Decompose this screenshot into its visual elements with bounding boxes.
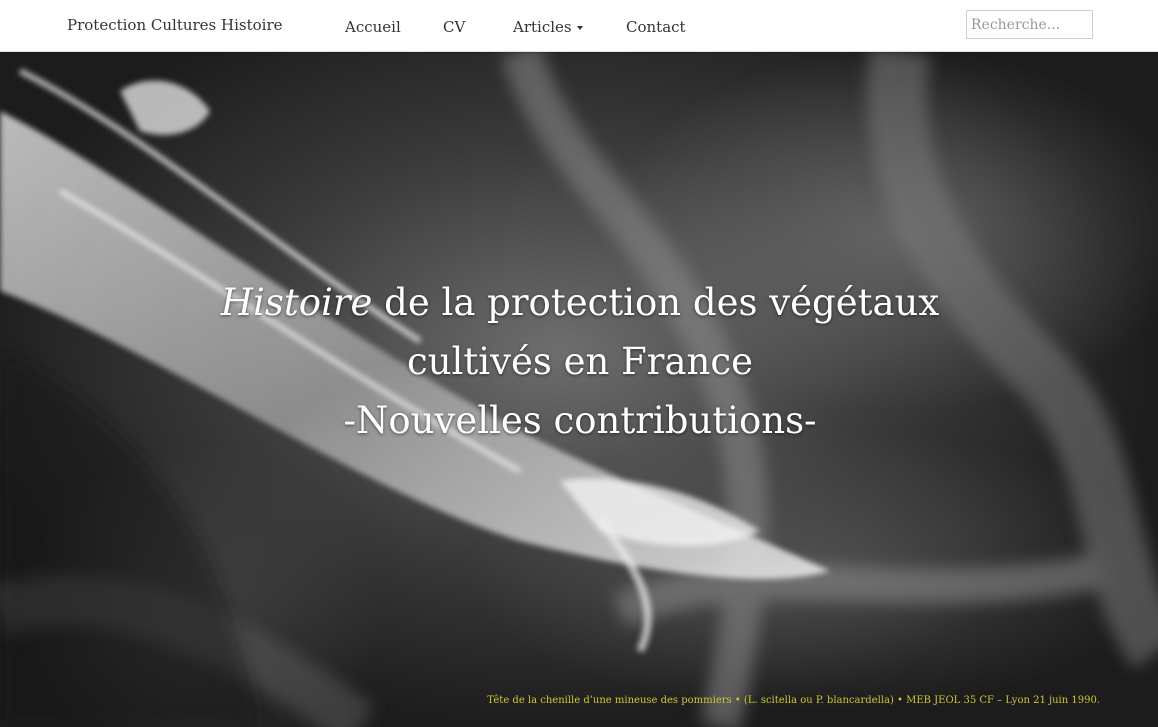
brand-link[interactable]: Protection Cultures Histoire — [67, 16, 283, 34]
hero-title-line-1: Histoire de la protection des végétaux — [120, 273, 1040, 332]
nav-articles-label: Articles — [513, 18, 572, 36]
nav-contact[interactable]: Contact — [626, 18, 686, 36]
hero-title-italic: Histoire — [220, 281, 373, 324]
hero-title-line-2: cultivés en France — [407, 340, 753, 383]
caret-down-icon — [576, 26, 583, 30]
hero-title-line-1-rest: de la protection des végétaux — [372, 281, 940, 324]
navbar: Protection Cultures Histoire Accueil CV … — [0, 0, 1158, 52]
nav-articles-dropdown[interactable]: Articles — [513, 18, 583, 36]
search-input[interactable] — [966, 10, 1093, 39]
nav-cv[interactable]: CV — [443, 18, 465, 36]
hero-title-line-3: -Nouvelles contributions- — [343, 399, 817, 442]
nav-accueil[interactable]: Accueil — [345, 18, 401, 36]
hero-title: Histoire de la protection des végétaux c… — [120, 273, 1040, 450]
image-caption: Tête de la chenille d’une mineuse des po… — [487, 695, 1100, 706]
hero-banner: Histoire de la protection des végétaux c… — [0, 51, 1158, 727]
